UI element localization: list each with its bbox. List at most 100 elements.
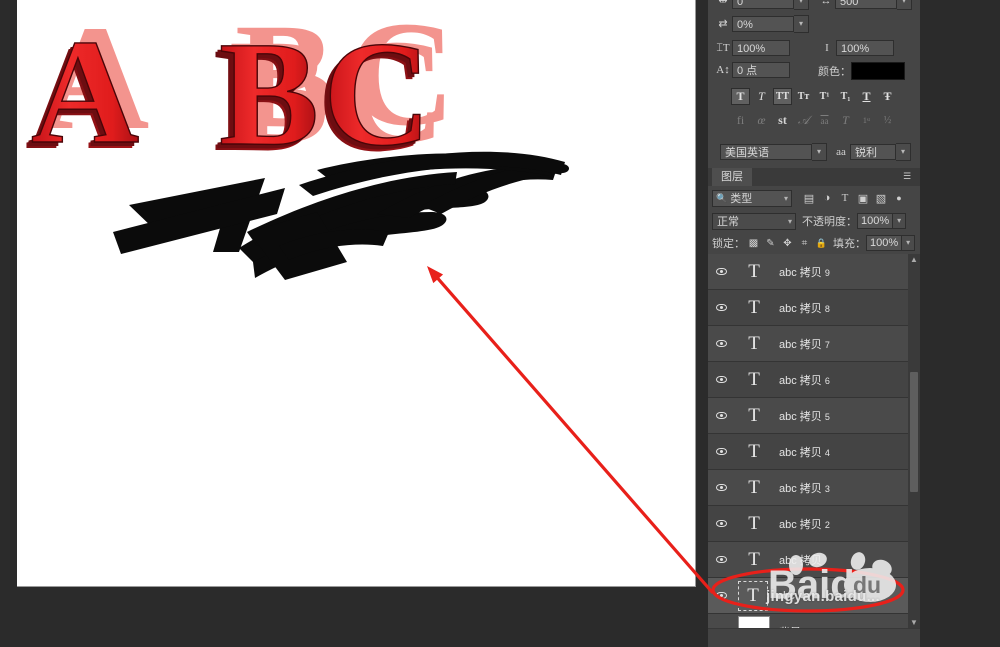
layer-visibility-toggle[interactable] xyxy=(708,398,734,433)
underline-button[interactable]: T xyxy=(857,88,876,105)
layer-visibility-toggle[interactable] xyxy=(708,326,734,361)
swash-button[interactable]: 𝒜 xyxy=(794,112,813,129)
opacity-caret-icon[interactable]: ▾ xyxy=(893,213,907,229)
layer-row[interactable]: Tabc 拷贝 6 xyxy=(708,362,920,398)
vertical-scale-field[interactable]: 100% xyxy=(732,40,790,56)
layer-row[interactable]: Tabc 拷贝 3 xyxy=(708,470,920,506)
fill-value[interactable]: 100% xyxy=(866,235,903,251)
layer-row[interactable]: 背景⊡ xyxy=(708,614,920,629)
faux-italic-button[interactable]: T xyxy=(752,88,771,105)
layer-row[interactable]: Tabc 拷贝 2 xyxy=(708,506,920,542)
layer-visibility-toggle[interactable] xyxy=(708,434,734,469)
workspace: A B C A B C A B C A B C A B C xyxy=(0,0,708,647)
blend-mode-select[interactable]: 正常 ▾ xyxy=(712,212,796,230)
faux-bold-button[interactable]: T xyxy=(731,88,750,105)
eye-icon xyxy=(715,556,727,563)
layer-visibility-toggle[interactable] xyxy=(708,362,734,397)
filter-shape-icon[interactable]: ▣ xyxy=(854,190,872,207)
layer-name: abc 拷贝 2 xyxy=(779,518,830,531)
document-canvas[interactable]: A B C A B C A B C A B C A B C xyxy=(17,0,696,587)
lock-all-icon[interactable]: 🔒 xyxy=(813,235,830,251)
scroll-up-icon[interactable]: ▲ xyxy=(908,254,920,266)
layer-visibility-toggle[interactable] xyxy=(708,470,734,505)
lock-transparency-icon[interactable]: ▩ xyxy=(745,235,762,251)
layers-panel: 图层 ☰ 🔍 类型 ▾ ▤ ◑ T ▣ ▧ ● 正常 ▾ 不透明度： 100% … xyxy=(708,168,920,647)
ordinals-button[interactable]: 1ˢᵗ xyxy=(857,112,876,129)
discretionary-ligatures-button[interactable]: st xyxy=(773,112,792,129)
scale-pct-caret-icon[interactable]: ▾ xyxy=(794,15,809,33)
strikethrough-button[interactable]: Ŧ xyxy=(878,88,897,105)
layer-name: abc 拷贝 6 xyxy=(779,374,830,387)
vertical-scale-icon: ⌶T xyxy=(716,42,730,54)
filter-adjustment-icon[interactable]: ◑ xyxy=(818,190,836,207)
width-field[interactable]: 500 xyxy=(835,0,897,9)
layers-panel-tabbar: 图层 ☰ xyxy=(708,168,920,186)
standard-ligatures-button[interactable]: fi xyxy=(731,112,750,129)
titling-alternates-button[interactable]: T xyxy=(836,112,855,129)
antialias-icon: aa xyxy=(836,146,846,158)
oldstyle-button[interactable]: aa xyxy=(815,112,834,129)
small-caps-button[interactable]: Tт xyxy=(794,88,813,105)
blend-caret-icon[interactable]: ▾ xyxy=(788,217,792,226)
layer-list-scrollbar[interactable]: ▲ ▼ xyxy=(908,254,920,629)
layer-visibility-toggle[interactable] xyxy=(708,506,734,541)
layer-row[interactable]: Tabc 拷贝 5 xyxy=(708,398,920,434)
antialias-caret-icon[interactable]: ▾ xyxy=(896,143,911,161)
panel-menu-icon[interactable]: ☰ xyxy=(903,172,914,181)
artwork-abc-3d-text: A B C A B C A B C A B C A B C xyxy=(25,0,569,280)
opacity-value[interactable]: 100% xyxy=(857,213,894,229)
scale-pct-field[interactable]: 0% xyxy=(732,16,794,32)
filter-toggle-icon[interactable]: ● xyxy=(890,190,908,207)
layer-visibility-toggle[interactable] xyxy=(708,578,734,613)
filter-smartobject-icon[interactable]: ▧ xyxy=(872,190,890,207)
subscript-button[interactable]: T₁ xyxy=(836,88,855,105)
layer-row[interactable]: Tabc 拷贝 8 xyxy=(708,290,920,326)
lock-fill-row: 锁定： ▩ ✎ ✥ ⌗ 🔒 填充： 100% ▾ xyxy=(708,232,920,254)
layer-row[interactable]: Tabc 拷贝 7 xyxy=(708,326,920,362)
lock-label: 锁定： xyxy=(712,238,745,250)
antialias-select[interactable]: 锐利 xyxy=(850,144,896,160)
layer-name: abc 拷贝 8 xyxy=(779,302,830,315)
layer-visibility-toggle[interactable] xyxy=(708,614,734,629)
baseline-shift-field[interactable]: 0 点 xyxy=(732,62,790,78)
layer-row[interactable]: Tabc 拷贝 xyxy=(708,542,920,578)
width-caret-icon[interactable]: ▾ xyxy=(897,0,912,10)
lock-position-icon[interactable]: ✥ xyxy=(779,235,796,251)
filter-type-icon[interactable]: T xyxy=(836,190,854,207)
filter-caret-icon[interactable]: ▾ xyxy=(784,194,788,203)
lock-image-icon[interactable]: ✎ xyxy=(762,235,779,251)
layer-visibility-toggle[interactable] xyxy=(708,290,734,325)
all-caps-button[interactable]: TT xyxy=(773,88,792,105)
lock-artboard-icon[interactable]: ⌗ xyxy=(796,235,813,251)
layer-list[interactable]: Tabc 拷贝 9 Tabc 拷贝 8 Tabc 拷贝 7 Tabc 拷贝 6 Tabc… xyxy=(708,254,920,629)
text-color-swatch[interactable] xyxy=(851,62,905,80)
opentype-buttons: fi œ st 𝒜 aa T 1ˢᵗ ½ xyxy=(731,112,899,129)
scrollbar-thumb[interactable] xyxy=(910,372,918,492)
language-caret-icon[interactable]: ▾ xyxy=(812,143,827,161)
superscript-button[interactable]: T¹ xyxy=(815,88,834,105)
eye-icon xyxy=(715,448,727,455)
tracking-caret-icon[interactable]: ▾ xyxy=(794,0,809,10)
layer-row[interactable]: Tabc 拷贝 4 xyxy=(708,434,920,470)
tracking-row: ⇹ 0 ▾ ↔ 500 ▾ xyxy=(714,0,912,10)
layer-name: abc 拷贝 5 xyxy=(779,410,830,423)
fill-caret-icon[interactable]: ▾ xyxy=(902,235,916,251)
eye-icon xyxy=(715,304,727,311)
fractions-button[interactable]: ½ xyxy=(878,112,897,129)
width-icon: ↔ xyxy=(820,0,832,7)
filter-type-select[interactable]: 🔍 类型 ▾ xyxy=(712,189,792,207)
baseline-shift-icon: A↕ xyxy=(716,64,730,76)
tab-layers[interactable]: 图层 xyxy=(712,168,752,186)
eye-icon xyxy=(715,484,727,491)
blend-opacity-row: 正常 ▾ 不透明度： 100% ▾ xyxy=(708,210,920,232)
horizontal-scale-field[interactable]: 100% xyxy=(836,40,894,56)
contextual-alternates-button[interactable]: œ xyxy=(752,112,771,129)
text-color-row: 颜色： xyxy=(818,62,905,80)
layer-visibility-toggle[interactable] xyxy=(708,542,734,577)
tracking-field[interactable]: 0 xyxy=(732,0,794,9)
layer-visibility-toggle[interactable] xyxy=(708,254,734,289)
language-select[interactable]: 美国英语 xyxy=(720,144,812,160)
layer-thumbnail-type: T xyxy=(748,440,760,462)
layer-row[interactable]: Tabc 拷贝 9 xyxy=(708,254,920,290)
filter-pixel-icon[interactable]: ▤ xyxy=(800,190,818,207)
